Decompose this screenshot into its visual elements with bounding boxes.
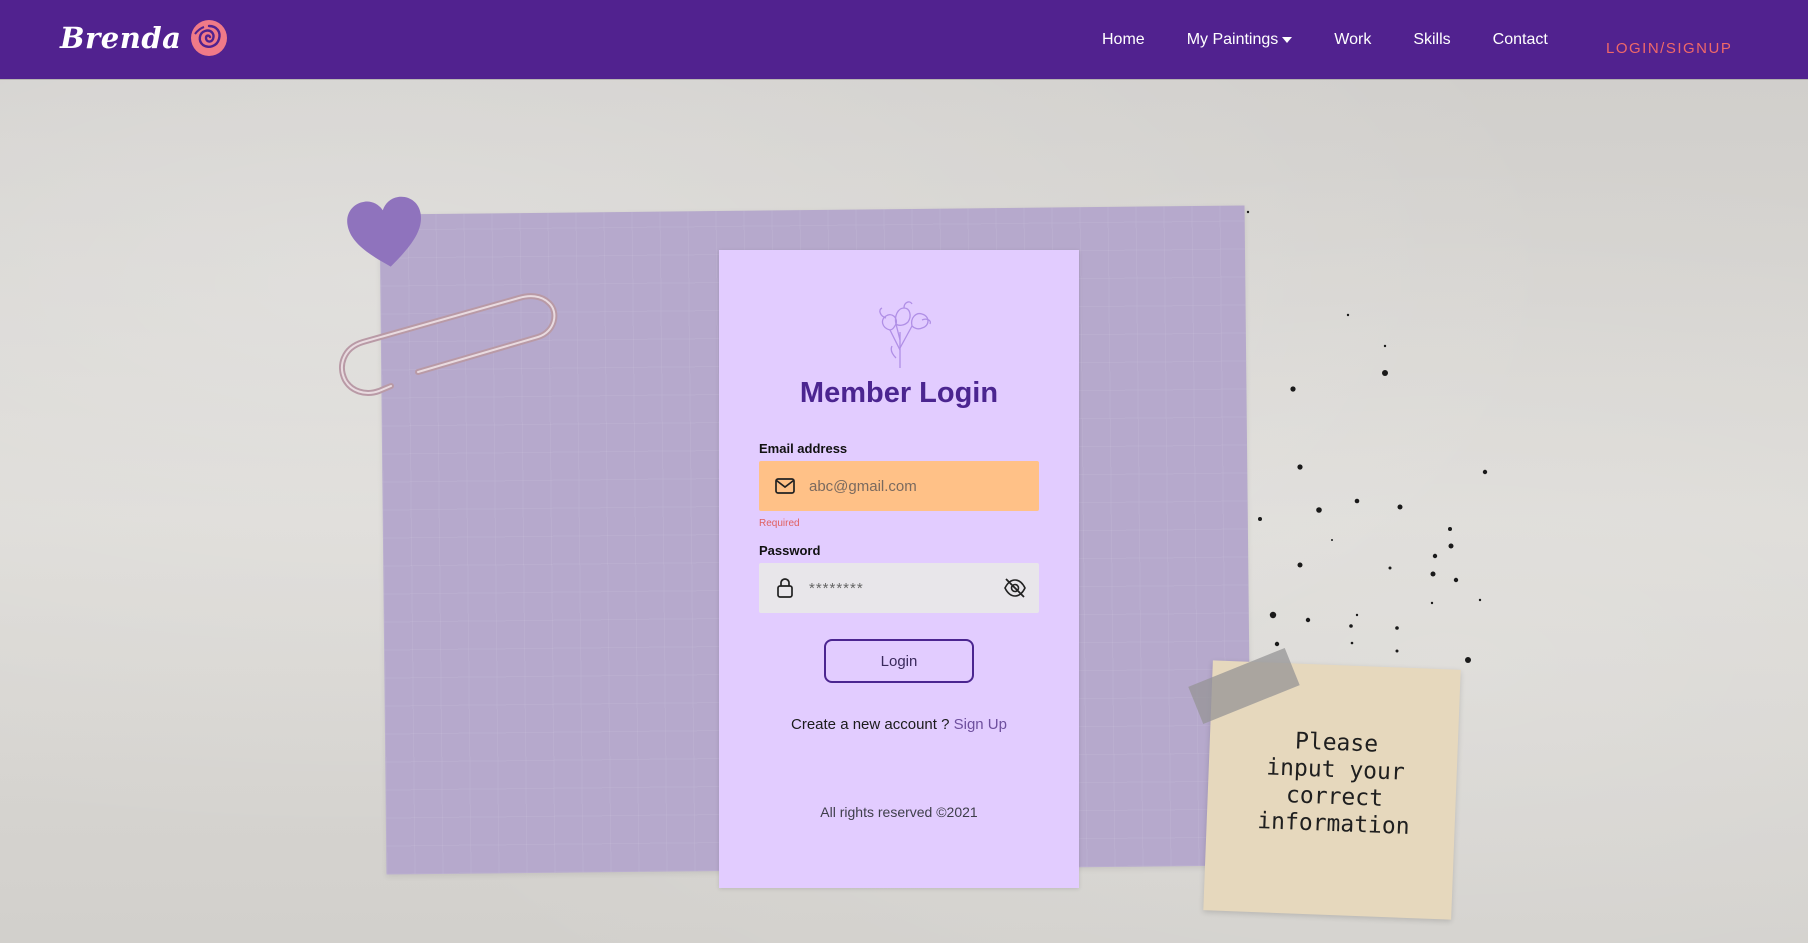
flower-icon [879, 301, 932, 368]
login-card: Member Login Email address Required Pass… [719, 250, 1079, 888]
password-field[interactable] [759, 563, 1039, 613]
email-input[interactable] [807, 476, 991, 496]
heart-icon [347, 196, 421, 267]
copyright-footer: All rights reserved ©2021 [820, 804, 978, 820]
required-error-text: Required [759, 518, 800, 529]
email-field[interactable] [759, 461, 1039, 511]
lock-icon [777, 578, 793, 598]
login-signup-link[interactable]: LOGIN/SIGNUP [1606, 40, 1732, 57]
caret-down-icon [1282, 36, 1293, 43]
mail-icon [775, 478, 795, 494]
create-account-text: Create a new account ? [791, 716, 950, 733]
eye-off-icon[interactable] [1003, 576, 1027, 600]
rose-logo-icon [191, 20, 228, 56]
nav-label: Skills [1413, 30, 1451, 48]
sticky-note-text: Please input your correct information [1238, 726, 1432, 841]
ink-splatter-decoration [1246, 210, 1488, 663]
nav-item-home[interactable]: Home [1102, 31, 1145, 49]
brand[interactable]: Brenda [60, 18, 229, 58]
nav-label: Contact [1492, 30, 1548, 48]
login-button[interactable]: Login [824, 639, 974, 683]
navbar: Brenda Home My Paintings Work Skills Con… [0, 0, 1808, 79]
email-label: Email address [759, 441, 848, 456]
paperclip-icon [339, 293, 558, 396]
nav-item-my-paintings[interactable]: My Paintings [1187, 31, 1293, 49]
brand-name: Brenda [60, 21, 182, 55]
nav-label: Work [1334, 30, 1372, 48]
password-label: Password [759, 543, 821, 558]
create-account-row: Create a new account ? Sign Up [719, 716, 1079, 733]
main-nav: Home My Paintings Work Skills Contact [1102, 0, 1590, 79]
nav-item-skills[interactable]: Skills [1413, 31, 1450, 49]
nav-label: Home [1102, 30, 1145, 48]
nav-item-contact[interactable]: Contact [1493, 31, 1548, 49]
login-title: Member Login [799, 377, 999, 409]
sign-up-link[interactable]: Sign Up [954, 716, 1007, 733]
nav-label: My Paintings [1186, 30, 1279, 48]
password-input[interactable] [807, 578, 991, 598]
nav-item-work[interactable]: Work [1334, 31, 1371, 49]
